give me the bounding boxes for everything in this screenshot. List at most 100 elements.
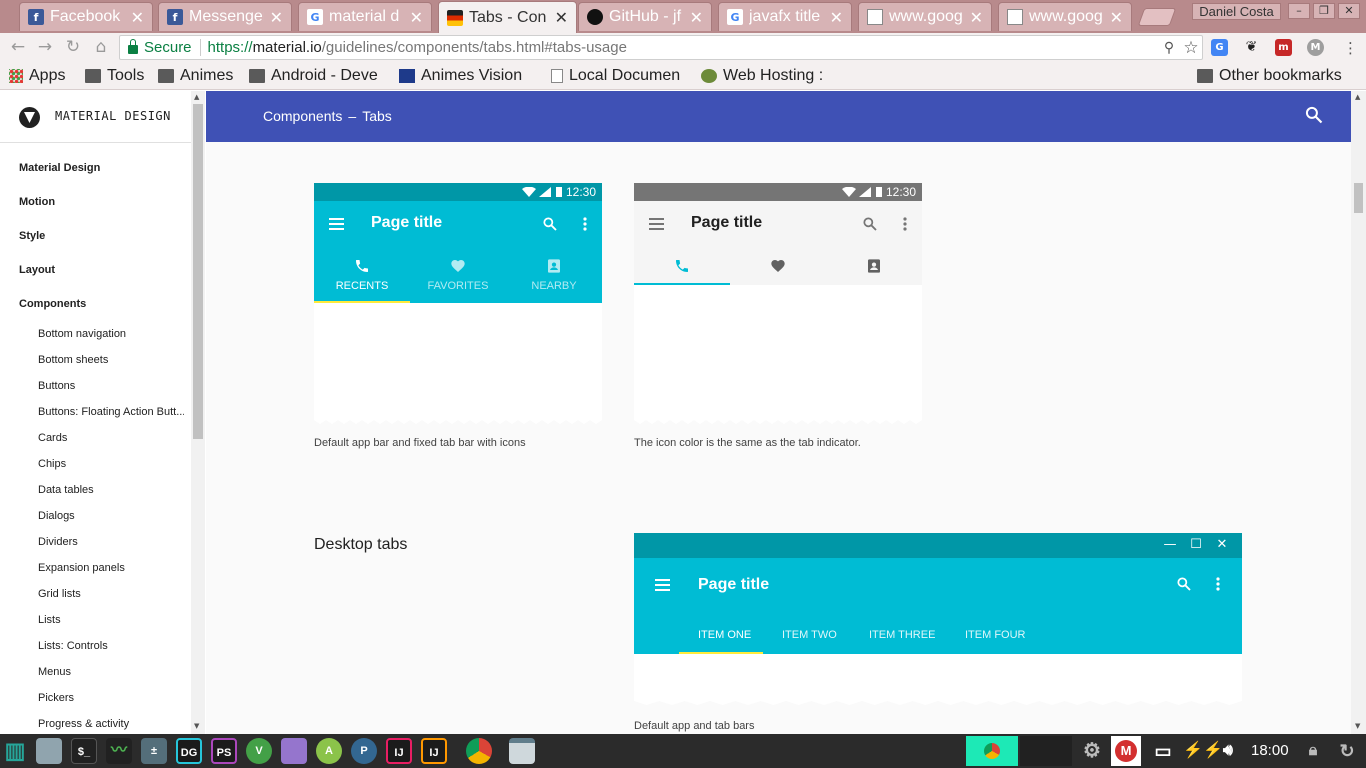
bookmark-tools[interactable]: Tools	[85, 66, 144, 86]
scroll-down-icon[interactable]: ▼	[194, 722, 199, 730]
intellij-icon-2[interactable]: IJ	[421, 738, 447, 764]
nav-cards[interactable]: Cards	[38, 432, 184, 444]
bookmark-animes[interactable]: Animes	[158, 66, 233, 86]
profile-extension-icon[interactable]: M	[1307, 39, 1324, 56]
tab-close-icon[interactable]: ✕	[270, 8, 283, 27]
nav-style[interactable]: Style	[19, 230, 45, 242]
app-menu-icon[interactable]: ▥	[2, 738, 28, 764]
bookmark-animes-vision[interactable]: Animes Vision	[399, 66, 533, 86]
folder-icon	[85, 69, 101, 83]
nav-dividers[interactable]: Dividers	[38, 536, 184, 548]
bookmark-star-icon[interactable]: ☆	[1180, 38, 1202, 58]
close-window-button[interactable]: ✕	[1338, 3, 1360, 19]
nav-data-tables[interactable]: Data tables	[38, 484, 184, 496]
nav-lists[interactable]: Lists	[38, 614, 184, 626]
terminal-icon[interactable]: $_	[71, 738, 97, 764]
bookmark-apps[interactable]: Apps	[9, 66, 65, 86]
files-icon[interactable]	[36, 738, 62, 764]
translate-extension-icon[interactable]: G	[1211, 39, 1228, 56]
nav-lists-controls[interactable]: Lists: Controls	[38, 640, 184, 652]
tab-facebook[interactable]: f Facebook ✕	[19, 2, 153, 31]
bookmark-other[interactable]: Other bookmarks	[1197, 66, 1342, 86]
new-tab-button[interactable]	[1137, 8, 1177, 26]
browser-menu-icon[interactable]: ⋮	[1343, 39, 1358, 57]
scroll-up-icon[interactable]: ▲	[1355, 93, 1360, 101]
workspace-preview[interactable]	[1020, 736, 1072, 766]
zoom-icon[interactable]: ⚲	[1158, 39, 1180, 56]
profile-button[interactable]: Daniel Costa	[1192, 3, 1281, 20]
tab-google-page-2[interactable]: www.goog ✕	[998, 2, 1132, 31]
clock[interactable]: 18:00	[1251, 742, 1289, 759]
tab-messenger[interactable]: f Messenger ✕	[158, 2, 292, 31]
mega-icon[interactable]: M	[1111, 736, 1141, 766]
nav-chips[interactable]: Chips	[38, 458, 184, 470]
android-studio-icon[interactable]: A	[316, 738, 342, 764]
tab-google-page-1[interactable]: www.goog ✕	[858, 2, 992, 31]
active-window-chrome[interactable]	[966, 736, 1018, 766]
bookmark-web-hosting[interactable]: Web Hosting :	[701, 66, 823, 86]
tab-close-icon[interactable]: ✕	[131, 8, 144, 27]
nav-motion[interactable]: Motion	[19, 196, 55, 208]
address-bar[interactable]: Secure https:// material.io /guidelines/…	[119, 35, 1203, 60]
nav-bottom-navigation[interactable]: Bottom navigation	[38, 328, 184, 340]
nav-material-design[interactable]: Material Design	[19, 162, 100, 174]
home-icon[interactable]: ⌂	[91, 37, 111, 57]
restart-icon[interactable]: ↻	[1334, 738, 1360, 764]
mega-extension-icon[interactable]: m	[1275, 39, 1292, 56]
tab-close-icon[interactable]: ✕	[690, 8, 703, 27]
tab-tabs-components[interactable]: Tabs - Con ✕	[438, 1, 577, 33]
bookmark-android[interactable]: Android - Deve	[249, 66, 387, 86]
nav-fab[interactable]: Buttons: Floating Action Butt...	[38, 406, 184, 418]
scroll-down-icon[interactable]: ▼	[1355, 722, 1360, 730]
forward-icon[interactable]: →	[35, 37, 55, 57]
nav-layout[interactable]: Layout	[19, 264, 55, 276]
nav-components[interactable]: Components	[19, 298, 86, 310]
tab-close-icon[interactable]: ✕	[1110, 8, 1123, 27]
maximize-button[interactable]: ❐	[1313, 3, 1335, 19]
sidebar-scrollbar-thumb[interactable]	[193, 104, 203, 439]
sidebar-header[interactable]: MATERIAL DESIGN	[0, 91, 191, 143]
back-icon[interactable]: ←	[8, 37, 28, 57]
settings-icon[interactable]: ⚙	[1079, 738, 1105, 764]
page-scrollbar-thumb[interactable]	[1354, 183, 1363, 213]
tab-close-icon[interactable]: ✕	[555, 8, 568, 27]
nav-buttons[interactable]: Buttons	[38, 380, 184, 392]
nav-expansion-panels[interactable]: Expansion panels	[38, 562, 184, 574]
search-icon[interactable]	[1304, 105, 1324, 125]
scroll-up-icon[interactable]: ▲	[194, 93, 199, 101]
intellij-icon[interactable]: IJ	[386, 738, 412, 764]
notifications-icon[interactable]: ▭	[1150, 738, 1176, 764]
tab-material-search[interactable]: G material d ✕	[298, 2, 432, 31]
wifi-icon	[521, 187, 536, 197]
folder-icon[interactable]	[281, 738, 307, 764]
tab-close-icon[interactable]: ✕	[410, 8, 423, 27]
minimize-button[interactable]: –	[1288, 3, 1310, 19]
nav-menus[interactable]: Menus	[38, 666, 184, 678]
phpstorm-icon[interactable]: PS	[211, 738, 237, 764]
nav-progress-activity[interactable]: Progress & activity	[38, 718, 184, 730]
power-volume-icons[interactable]: ⚡⚡🔊︎	[1178, 738, 1238, 764]
gnome-extension-icon[interactable]: ❦	[1243, 39, 1260, 56]
vivaldi-icon[interactable]: V	[246, 738, 272, 764]
system-monitor-icon[interactable]: 〰	[106, 738, 132, 764]
nav-grid-lists[interactable]: Grid lists	[38, 588, 184, 600]
chrome-icon[interactable]	[466, 738, 492, 764]
mock-tab-bar: RECENTS FAVORITES NEARBY	[314, 247, 602, 303]
battery-icon	[555, 187, 562, 197]
tab-label: RECENTS	[335, 280, 389, 292]
nav-bottom-sheets[interactable]: Bottom sheets	[38, 354, 184, 366]
postgres-icon[interactable]: P	[351, 738, 377, 764]
reload-icon[interactable]: ↻	[63, 37, 83, 57]
nav-pickers[interactable]: Pickers	[38, 692, 184, 704]
breadcrumb-section[interactable]: Components	[263, 108, 342, 124]
tab-close-icon[interactable]: ✕	[830, 8, 843, 27]
tab-close-icon[interactable]: ✕	[970, 8, 983, 27]
bookmark-local-documents[interactable]: Local Documen	[551, 66, 686, 86]
lock-icon[interactable]: 🔒︎	[1300, 738, 1326, 764]
datagrip-icon[interactable]: DG	[176, 738, 202, 764]
calculator-icon[interactable]: ±	[141, 738, 167, 764]
tab-javafx-search[interactable]: G javafx title ✕	[718, 2, 852, 31]
nav-dialogs[interactable]: Dialogs	[38, 510, 184, 522]
tab-github[interactable]: GitHub - jf ✕	[578, 2, 712, 31]
window-icon[interactable]	[509, 738, 535, 764]
